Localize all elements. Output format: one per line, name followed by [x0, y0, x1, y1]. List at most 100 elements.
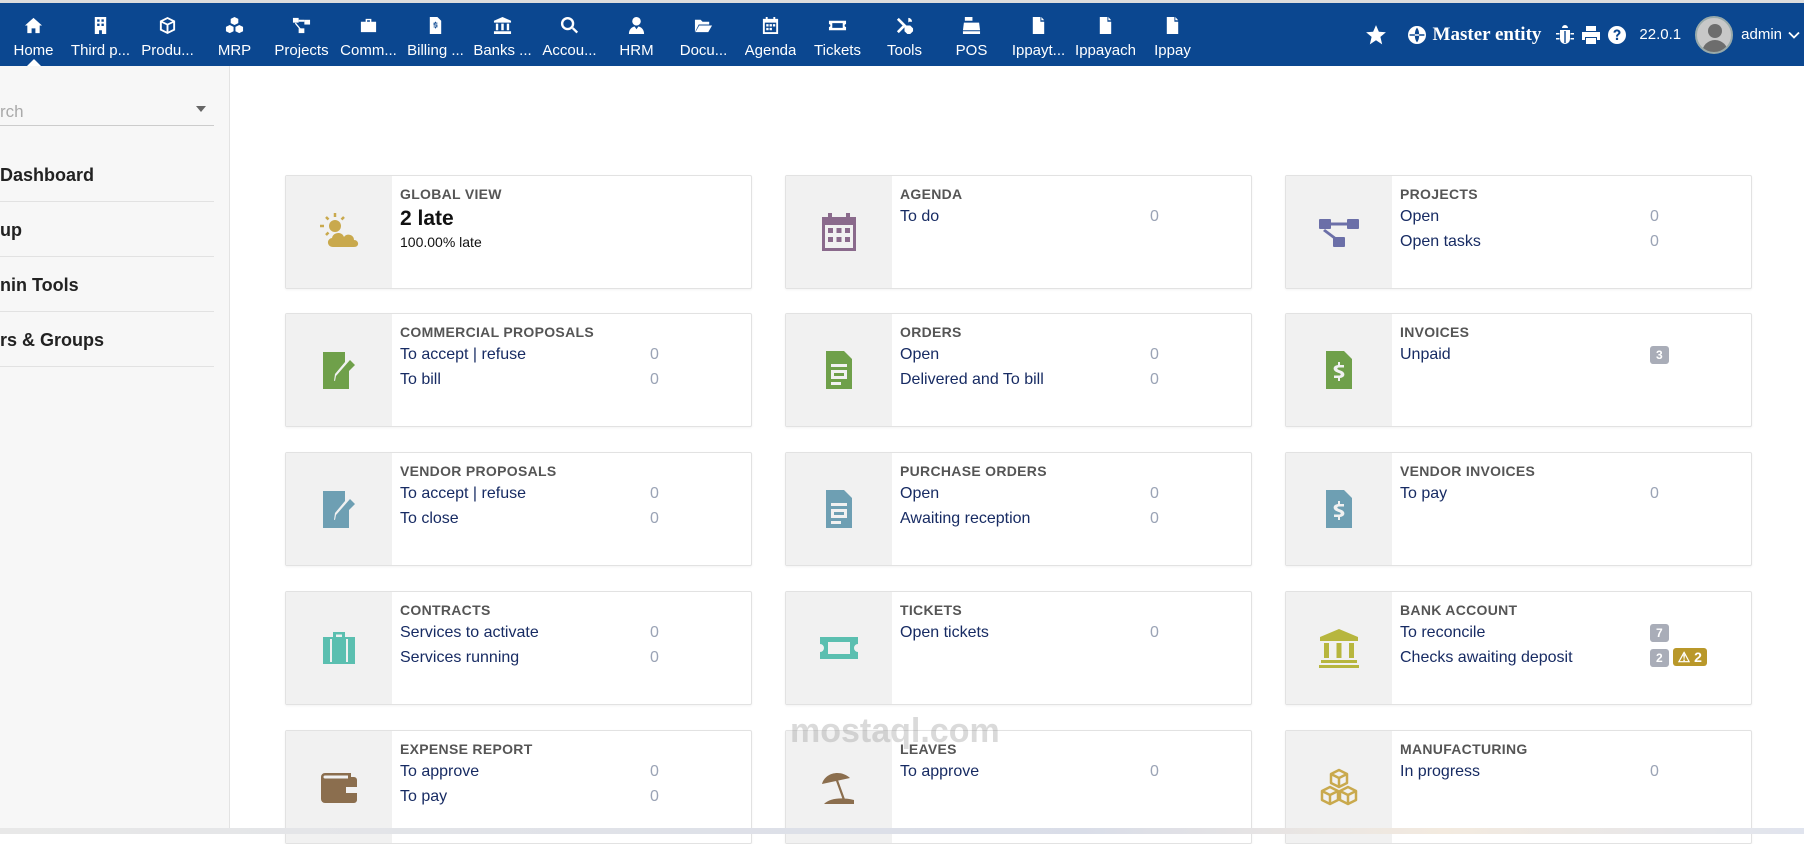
version-label: 22.0.1: [1639, 26, 1681, 43]
menu-documents[interactable]: Docu...: [670, 3, 737, 66]
line-label: To approve: [400, 763, 479, 780]
building-icon: [91, 16, 110, 35]
menu-ippay[interactable]: Ippay: [1139, 3, 1206, 66]
menu-agenda[interactable]: Agenda: [737, 3, 804, 66]
box-line-open-tasks[interactable]: Open tasks0: [1400, 229, 1743, 254]
sidebar-item-dashboard[interactable]: Dashboard: [0, 148, 214, 202]
box-commercial-proposals: COMMERCIAL PROPOSALS To accept | refuse0…: [285, 313, 752, 427]
line-value-wrap: 3: [1650, 342, 1669, 367]
box-line-todo[interactable]: To do0: [900, 204, 1243, 229]
menu-hrm[interactable]: HRM: [603, 3, 670, 66]
line-label: To accept | refuse: [400, 485, 526, 502]
box-line-to-pay[interactable]: To pay0: [1400, 481, 1743, 506]
box-title: COMMERCIAL PROPOSALS: [400, 322, 743, 342]
bug-icon: [1555, 25, 1575, 45]
box-line-open[interactable]: Open0: [900, 481, 1243, 506]
debug-button[interactable]: [1555, 25, 1575, 45]
box-title: VENDOR PROPOSALS: [400, 461, 743, 481]
box-body: GLOBAL VIEW 2 late 100.00% late: [400, 184, 743, 250]
project-diagram-icon: [292, 16, 311, 35]
search-input[interactable]: rch: [0, 102, 24, 122]
box-line-awaiting-reception[interactable]: Awaiting reception0: [900, 506, 1243, 531]
sidebar-item-setup[interactable]: up: [0, 203, 214, 257]
box-title: GLOBAL VIEW: [400, 184, 743, 204]
box-icon-area: [286, 453, 392, 565]
menu-home[interactable]: Home: [0, 3, 67, 66]
menu-banks[interactable]: Banks ...: [469, 3, 536, 66]
box-line-to-bill[interactable]: To bill0: [400, 367, 743, 392]
box-line-in-progress[interactable]: In progress0: [1400, 759, 1743, 784]
line-label: Checks awaiting deposit: [1400, 649, 1573, 666]
menu-tools[interactable]: Tools: [871, 3, 938, 66]
box-line-checks-awaiting[interactable]: Checks awaiting deposit2⚠ 2: [1400, 645, 1743, 670]
suitcase-icon: [359, 16, 378, 35]
box-line-open[interactable]: Open0: [900, 342, 1243, 367]
late-count-link[interactable]: 2 late: [400, 204, 743, 234]
box-line-to-accept[interactable]: To accept | refuse0: [400, 481, 743, 506]
box-line-unpaid[interactable]: Unpaid3: [1400, 342, 1743, 367]
print-button[interactable]: [1581, 25, 1601, 45]
box-body: VENDOR PROPOSALS To accept | refuse0 To …: [400, 461, 743, 531]
box-body: CONTRACTS Services to activate0 Services…: [400, 600, 743, 670]
box-icon-area: [786, 592, 892, 704]
box-line-open-tickets[interactable]: Open tickets0: [900, 620, 1243, 645]
menu-accounting[interactable]: Accou...: [536, 3, 603, 66]
box-line-services-to-activate[interactable]: Services to activate0: [400, 620, 743, 645]
menu-label: Home: [13, 42, 53, 59]
sidebar-item-admin-tools[interactable]: nin Tools: [0, 258, 214, 312]
menu-third-parties[interactable]: Third p...: [67, 3, 134, 66]
box-title: AGENDA: [900, 184, 1243, 204]
line-value: 0: [1150, 620, 1159, 645]
line-value: 0: [650, 759, 659, 784]
calendar-icon: [761, 16, 780, 35]
box-title: MANUFACTURING: [1400, 739, 1743, 759]
box-line-to-reconcile[interactable]: To reconcile7: [1400, 620, 1743, 645]
menu-label: MRP: [218, 42, 251, 59]
help-button[interactable]: [1607, 25, 1627, 45]
user-menu[interactable]: admin: [1695, 16, 1800, 54]
box-icon-area: [286, 314, 392, 426]
menu-tickets[interactable]: Tickets: [804, 3, 871, 66]
box-line-services-running[interactable]: Services running0: [400, 645, 743, 670]
warning-count: 2: [1694, 649, 1702, 665]
menu-projects[interactable]: Projects: [268, 3, 335, 66]
line-value: 0: [1150, 759, 1159, 784]
box-body: COMMERCIAL PROPOSALS To accept | refuse0…: [400, 322, 743, 392]
warning-icon: ⚠: [1678, 649, 1691, 665]
box-body: ORDERS Open0 Delivered and To bill0: [900, 322, 1243, 392]
user-tie-icon: [627, 16, 646, 35]
box-icon-area: [1286, 453, 1392, 565]
menu-products[interactable]: Produ...: [134, 3, 201, 66]
main-menu: Home Third p... Produ... MRP Projects Co…: [0, 3, 1206, 66]
menu-mrp[interactable]: MRP: [201, 3, 268, 66]
box-line-to-approve[interactable]: To approve 0: [400, 759, 743, 784]
menu-billing[interactable]: Billing ...: [402, 3, 469, 66]
box-projects: PROJECTS Open0 Open tasks0: [1285, 175, 1752, 289]
line-label: In progress: [1400, 763, 1480, 780]
cube-icon: [158, 16, 177, 35]
box-manufacturing: MANUFACTURING In progress0: [1285, 730, 1752, 844]
box-line-to-close[interactable]: To close0: [400, 506, 743, 531]
menu-ippayt[interactable]: Ippayt...: [1005, 3, 1072, 66]
line-value: 0: [650, 506, 659, 531]
box-line-open[interactable]: Open0: [1400, 204, 1743, 229]
line-label: To reconcile: [1400, 624, 1485, 641]
box-line-to-accept[interactable]: To accept | refuse0: [400, 342, 743, 367]
entity-selector[interactable]: Master entity: [1407, 24, 1542, 46]
project-diagram-icon: [1316, 209, 1362, 255]
box-line-to-approve[interactable]: To approve0: [900, 759, 1243, 784]
globe-icon: [1407, 25, 1427, 45]
box-line-to-pay[interactable]: To pay0: [400, 784, 743, 809]
tools-icon: [895, 16, 914, 35]
sidebar-item-users-groups[interactable]: rs & Groups: [0, 313, 214, 367]
search-select[interactable]: rch: [0, 96, 214, 126]
box-line-delivered-to-bill[interactable]: Delivered and To bill0: [900, 367, 1243, 392]
menu-pos[interactable]: POS: [938, 3, 1005, 66]
bookmark-button[interactable]: [1365, 24, 1387, 46]
menu-commercial[interactable]: Comm...: [335, 3, 402, 66]
line-value: 0: [1150, 204, 1159, 229]
box-title: TICKETS: [900, 600, 1243, 620]
menu-ippayach[interactable]: Ippayach: [1072, 3, 1139, 66]
box-title: VENDOR INVOICES: [1400, 461, 1743, 481]
bottom-scroll-strip: [0, 828, 1804, 834]
